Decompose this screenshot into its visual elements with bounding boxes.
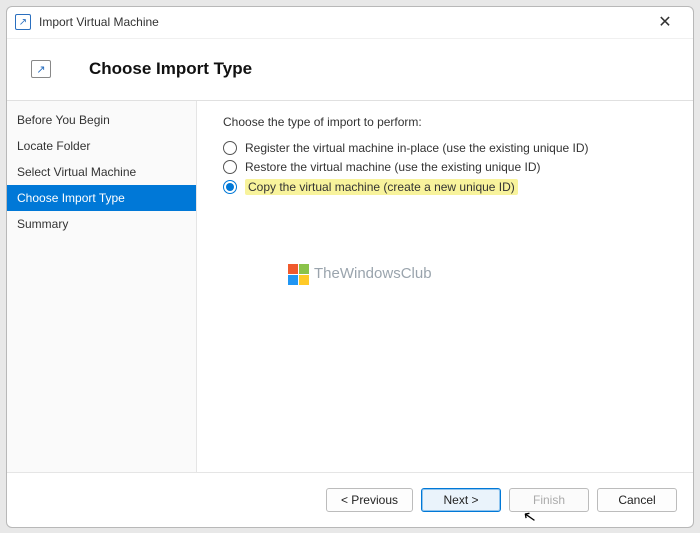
wizard-footer: < Previous Next > Finish Cancel ↖ (7, 473, 693, 527)
radio-label: Register the virtual machine in-place (u… (245, 141, 589, 155)
previous-button[interactable]: < Previous (326, 488, 413, 512)
watermark: TheWindowsClub (287, 263, 432, 284)
close-button[interactable]: ✕ (645, 8, 685, 36)
instruction-text: Choose the type of import to perform: (223, 115, 673, 129)
step-summary[interactable]: Summary (7, 211, 196, 237)
option-copy[interactable]: Copy the virtual machine (create a new u… (223, 177, 673, 198)
step-choose-import-type[interactable]: Choose Import Type (7, 185, 196, 211)
wizard-content: Choose the type of import to perform: Re… (197, 101, 693, 472)
finish-button: Finish (509, 488, 589, 512)
step-select-virtual-machine[interactable]: Select Virtual Machine (7, 159, 196, 185)
option-restore[interactable]: Restore the virtual machine (use the exi… (223, 158, 673, 177)
next-button[interactable]: Next > (421, 488, 501, 512)
watermark-logo-icon (287, 263, 308, 284)
titlebar: ↗ Import Virtual Machine ✕ (7, 7, 693, 39)
cancel-button[interactable]: Cancel (597, 488, 677, 512)
radio-label: Restore the virtual machine (use the exi… (245, 160, 540, 174)
close-icon: ✕ (658, 12, 671, 32)
step-before-you-begin[interactable]: Before You Begin (7, 107, 196, 133)
window-title: Import Virtual Machine (39, 15, 645, 29)
radio-icon (223, 160, 237, 174)
radio-icon (223, 180, 237, 194)
app-icon: ↗ (15, 14, 31, 30)
wizard-body: Before You Begin Locate Folder Select Vi… (7, 101, 693, 473)
import-icon: ↗ (31, 60, 51, 78)
wizard-window: ↗ Import Virtual Machine ✕ ↗ Choose Impo… (6, 6, 694, 528)
step-locate-folder[interactable]: Locate Folder (7, 133, 196, 159)
wizard-steps-sidebar: Before You Begin Locate Folder Select Vi… (7, 101, 197, 472)
radio-icon (223, 141, 237, 155)
radio-label: Copy the virtual machine (create a new u… (245, 179, 518, 195)
wizard-header: ↗ Choose Import Type (7, 39, 693, 101)
watermark-text: TheWindowsClub (314, 265, 432, 282)
option-register-in-place[interactable]: Register the virtual machine in-place (u… (223, 139, 673, 158)
page-title: Choose Import Type (89, 59, 252, 79)
